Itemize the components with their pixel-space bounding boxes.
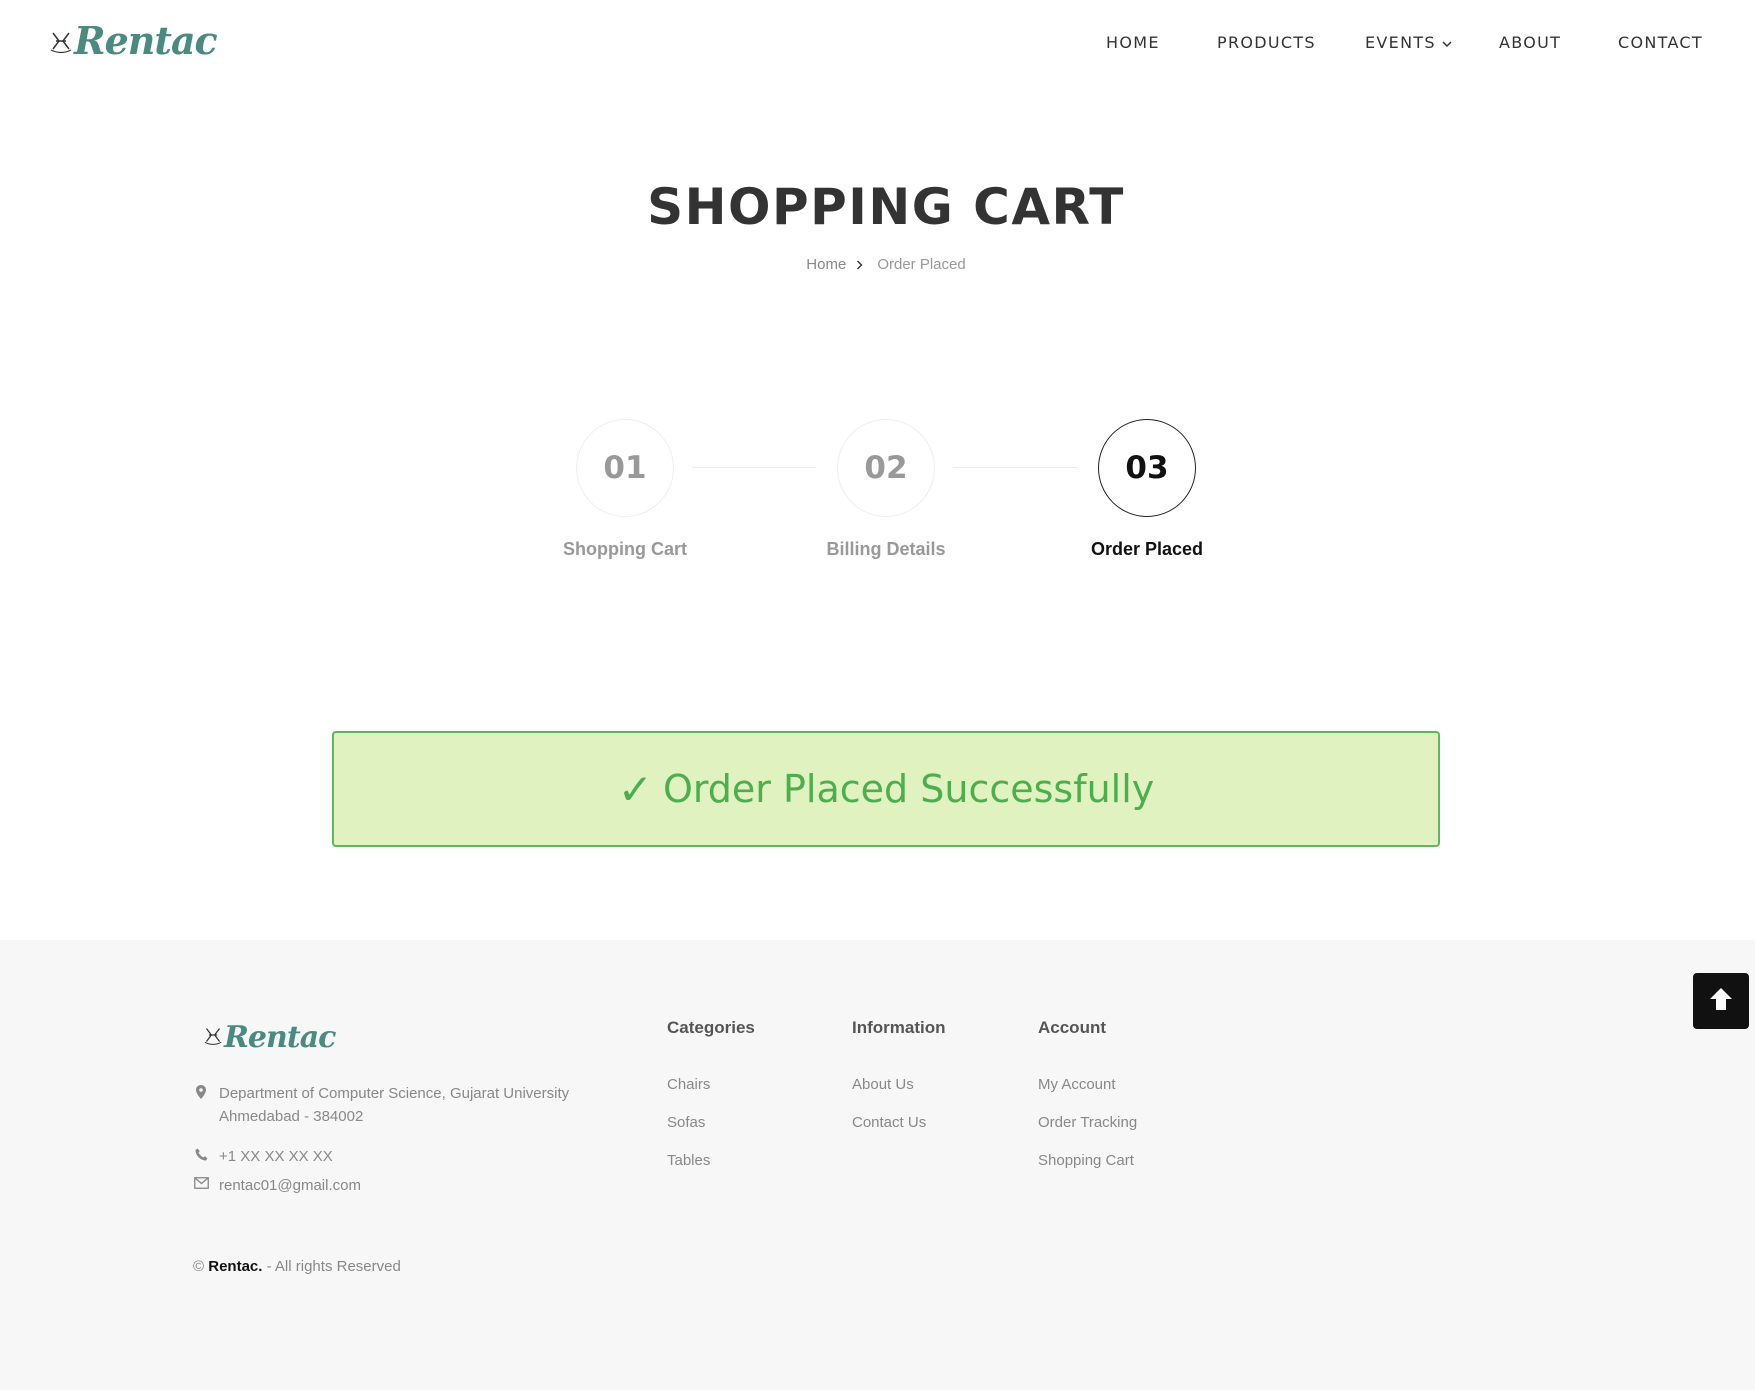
site-header: Rentac HOME PRODUCTS EVENTS ABOUT CONTAC… bbox=[0, 0, 1755, 88]
step-number: 02 bbox=[837, 419, 935, 517]
chevron-down-icon bbox=[1442, 33, 1452, 52]
map-pin-icon bbox=[193, 1082, 209, 1099]
copyright-symbol: © bbox=[193, 1258, 205, 1275]
footer-address: Department of Computer Science, Gujarat … bbox=[193, 1082, 569, 1128]
step-label: Shopping Cart bbox=[563, 539, 687, 559]
footer-link-about-us[interactable]: About Us bbox=[852, 1076, 946, 1093]
footer-account: Account My Account Order Tracking Shoppi… bbox=[1038, 1018, 1137, 1190]
check-icon: ✓ bbox=[617, 764, 653, 814]
address-line-2: Ahmedabad - 384002 bbox=[219, 1108, 364, 1125]
footer-col-title: Account bbox=[1038, 1018, 1106, 1037]
phone-number: +1 XX XX XX XX bbox=[219, 1148, 333, 1165]
footer-link-chairs[interactable]: Chairs bbox=[667, 1076, 755, 1093]
breadcrumb-home[interactable]: Home bbox=[806, 256, 846, 273]
success-message: Order Placed Successfully bbox=[662, 767, 1155, 811]
mail-icon bbox=[193, 1174, 209, 1189]
nav-home[interactable]: HOME bbox=[1106, 33, 1160, 52]
arrow-up-icon bbox=[1708, 986, 1734, 1017]
footer-link-contact-us[interactable]: Contact Us bbox=[852, 1114, 946, 1131]
footer-link-my-account[interactable]: My Account bbox=[1038, 1076, 1137, 1093]
nav-about[interactable]: ABOUT bbox=[1499, 33, 1561, 52]
footer-link-tables[interactable]: Tables bbox=[667, 1152, 755, 1169]
footer-phone: +1 XX XX XX XX bbox=[193, 1145, 333, 1168]
nav-events[interactable]: EVENTS bbox=[1365, 33, 1452, 52]
phone-icon bbox=[193, 1145, 209, 1161]
footer-link-order-tracking[interactable]: Order Tracking bbox=[1038, 1114, 1137, 1131]
footer-email: rentac01@gmail.com bbox=[193, 1174, 361, 1197]
step-label: Billing Details bbox=[826, 539, 946, 559]
nav-events-label: EVENTS bbox=[1365, 33, 1436, 52]
copyright: © Rentac. - All rights Reserved bbox=[193, 1258, 401, 1275]
step-number: 03 bbox=[1098, 419, 1196, 517]
footer-brand-name: Rentac bbox=[224, 1020, 336, 1055]
step-label: Order Placed bbox=[1090, 539, 1204, 559]
breadcrumb: Home Order Placed bbox=[0, 256, 1755, 273]
footer-link-shopping-cart[interactable]: Shopping Cart bbox=[1038, 1152, 1137, 1169]
step-order-placed: 03 Order Placed bbox=[1057, 419, 1237, 560]
page-title: SHOPPING CART bbox=[647, 178, 1125, 236]
chevron-right-icon bbox=[856, 260, 863, 270]
footer-categories: Categories Chairs Sofas Tables bbox=[667, 1018, 755, 1190]
step-shopping-cart: 01 Shopping Cart bbox=[535, 419, 715, 560]
main-nav: HOME PRODUCTS EVENTS ABOUT CONTACT bbox=[0, 33, 1755, 57]
footer-information: Information About Us Contact Us bbox=[852, 1018, 946, 1152]
footer-col-title: Categories bbox=[667, 1018, 755, 1037]
footer-col-title: Information bbox=[852, 1018, 946, 1037]
footer-brand-logo[interactable]: Rentac bbox=[204, 1020, 336, 1055]
nav-products[interactable]: PRODUCTS bbox=[1217, 33, 1316, 52]
footer-link-sofas[interactable]: Sofas bbox=[667, 1114, 755, 1131]
back-to-top-button[interactable] bbox=[1693, 973, 1749, 1029]
step-number: 01 bbox=[576, 419, 674, 517]
email-address[interactable]: rentac01@gmail.com bbox=[219, 1174, 361, 1197]
copyright-brand: Rentac. bbox=[208, 1258, 263, 1275]
copyright-text: - All rights Reserved bbox=[266, 1258, 401, 1275]
breadcrumb-current: Order Placed bbox=[877, 256, 966, 273]
step-billing-details: 02 Billing Details bbox=[796, 419, 976, 560]
address-line-1: Department of Computer Science, Gujarat … bbox=[219, 1085, 570, 1102]
order-success-alert: ✓ Order Placed Successfully bbox=[332, 731, 1440, 847]
rocking-horse-icon bbox=[204, 1023, 222, 1052]
nav-contact[interactable]: CONTACT bbox=[1618, 33, 1703, 52]
